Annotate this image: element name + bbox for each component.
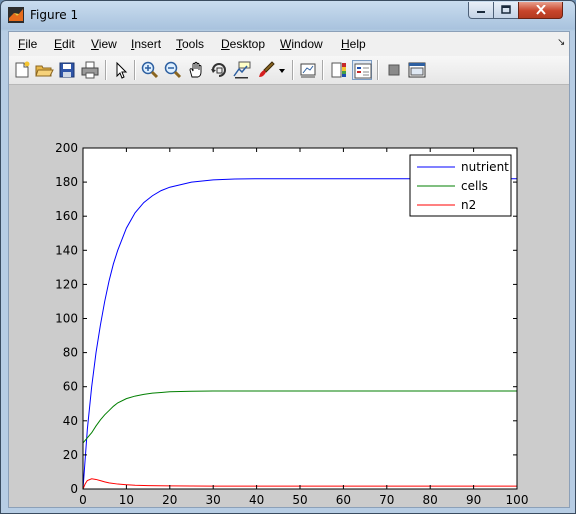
rotate-3d-button[interactable]: [209, 60, 229, 80]
menu-tools[interactable]: Tools: [176, 37, 204, 51]
brush-button[interactable]: [257, 60, 277, 80]
menu-help[interactable]: Help: [341, 37, 366, 51]
menu-edit[interactable]: Edit: [54, 37, 75, 51]
line-chart[interactable]: 0 10 20 30 40 50 60 70 80 90 100 0 20 40 60 80 100 120 140…: [9, 85, 569, 507]
x-tick-label: 90: [466, 493, 481, 507]
data-cursor-icon: [233, 61, 251, 79]
toolbar-separator: [134, 60, 136, 80]
x-tick-label: 40: [249, 493, 264, 507]
x-tick-label: 10: [119, 493, 134, 507]
toolbar-separator: [322, 60, 324, 80]
x-tick-label: 50: [292, 493, 307, 507]
hide-plot-tools-button[interactable]: [384, 60, 404, 80]
close-icon: [535, 5, 546, 15]
minimize-icon: [477, 11, 485, 13]
y-tick-label: 200: [55, 141, 78, 155]
x-tick-label: 30: [206, 493, 221, 507]
dock-figure-icon[interactable]: ↘: [557, 37, 565, 48]
hide-plot-tools-icon: [388, 64, 400, 76]
y-tick-label: 120: [55, 277, 78, 291]
print-button[interactable]: [80, 60, 100, 80]
insert-legend-icon: [354, 63, 372, 79]
maximize-icon: [501, 5, 511, 14]
toolbar-separator: [105, 60, 107, 80]
figure-toolbar: [9, 56, 569, 85]
insert-legend-button[interactable]: [352, 60, 372, 80]
zoom-in-icon: [141, 61, 159, 79]
open-file-icon: [35, 65, 54, 77]
minimize-button[interactable]: [468, 2, 494, 19]
figure-window: Figure 1 File Edit View Insert Tools Des…: [0, 0, 576, 514]
menu-file[interactable]: File: [18, 37, 37, 51]
y-tick-label: 0: [70, 482, 78, 496]
x-tick-label: 70: [379, 493, 394, 507]
y-tick-label: 180: [55, 175, 78, 189]
save-button[interactable]: [57, 60, 77, 80]
y-tick-label: 160: [55, 209, 78, 223]
y-tick-label: 140: [55, 243, 78, 257]
y-tick-label: 40: [63, 414, 78, 428]
window-title: Figure 1: [30, 8, 79, 22]
y-tick-label: 80: [63, 346, 78, 360]
figure-client-area: File Edit View Insert Tools Desktop Wind…: [8, 31, 570, 508]
x-tick-label: 80: [423, 493, 438, 507]
brush-icon: [259, 61, 275, 77]
menu-desktop[interactable]: Desktop: [221, 37, 265, 51]
zoom-out-icon: [164, 61, 182, 79]
figure-canvas[interactable]: 0 10 20 30 40 50 60 70 80 90 100 0 20 40 60 80 100 120 140…: [9, 85, 569, 507]
title-bar[interactable]: Figure 1: [1, 1, 575, 31]
insert-colorbar-button[interactable]: [329, 60, 349, 80]
menu-view[interactable]: View: [91, 37, 117, 51]
pan-icon: [189, 61, 202, 78]
close-button[interactable]: [518, 2, 563, 19]
show-plot-tools-icon: [408, 62, 426, 78]
x-tick-label: 0: [79, 493, 87, 507]
new-figure-button[interactable]: [12, 60, 32, 80]
menu-window[interactable]: Window: [280, 37, 323, 51]
y-tick-label: 60: [63, 380, 78, 394]
brush-dropdown-button[interactable]: [277, 60, 287, 80]
toolbar-separator: [292, 60, 294, 80]
zoom-out-button[interactable]: [163, 60, 183, 80]
menu-bar: File Edit View Insert Tools Desktop Wind…: [9, 32, 569, 56]
x-tick-label: 100: [506, 493, 529, 507]
legend-label-nutrient: nutrient: [461, 160, 509, 174]
edit-plot-button[interactable]: [111, 60, 131, 80]
pan-button[interactable]: [186, 60, 206, 80]
maximize-button[interactable]: [493, 2, 519, 19]
toolbar-separator: [377, 60, 379, 80]
menu-insert[interactable]: Insert: [131, 37, 161, 51]
edit-plot-icon: [116, 61, 128, 79]
data-cursor-button[interactable]: [232, 60, 252, 80]
y-tick-label: 20: [63, 448, 78, 462]
link-plot-icon: [300, 63, 316, 78]
new-figure-icon: [15, 61, 30, 78]
brush-dropdown-icon: [279, 69, 285, 73]
rotate-3d-icon: [211, 63, 226, 77]
legend-label-cells: cells: [461, 179, 488, 193]
y-tick-label: 100: [55, 312, 78, 326]
legend-label-n2: n2: [461, 198, 476, 212]
open-file-button[interactable]: [34, 60, 54, 80]
insert-colorbar-icon: [331, 62, 346, 78]
x-tick-label: 20: [162, 493, 177, 507]
show-plot-tools-button[interactable]: [407, 60, 427, 80]
link-plot-button[interactable]: [298, 60, 318, 80]
matlab-logo-icon: [8, 7, 24, 23]
save-icon: [59, 62, 75, 78]
x-tick-label: 60: [336, 493, 351, 507]
print-icon: [81, 61, 99, 79]
zoom-in-button[interactable]: [140, 60, 160, 80]
